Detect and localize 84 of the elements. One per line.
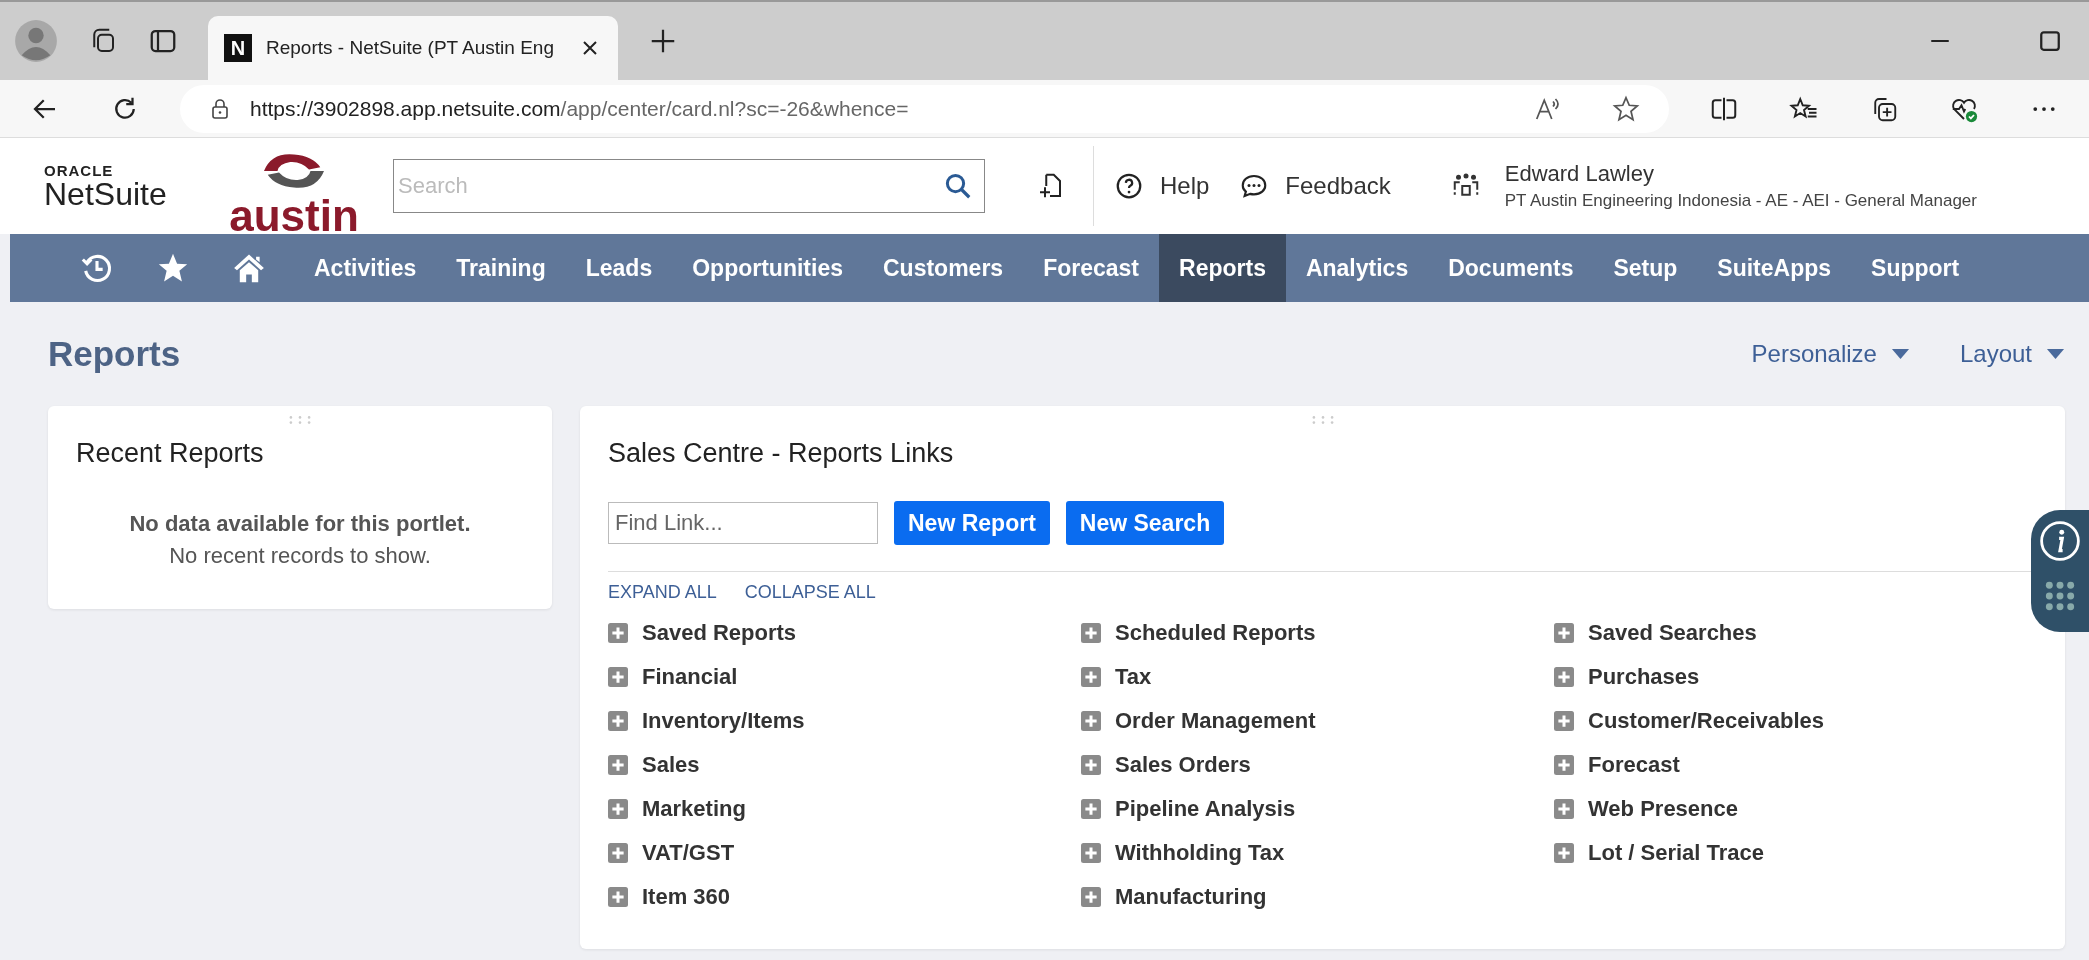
profile-icon[interactable] <box>14 19 58 63</box>
new-button[interactable]: New Report <box>894 501 1050 545</box>
empty-message: No recent records to show. <box>169 543 431 569</box>
menu-button[interactable]: Layout <box>1959 340 2065 368</box>
apps-grid-icon[interactable] <box>2044 580 2076 612</box>
address-bar[interactable]: https://3902898.app.netsuite.com/app/center/card.nl?sc=-26&whence= <box>180 84 1669 133</box>
find-link-field[interactable]: Find Link... <box>608 502 878 544</box>
collapse-all-link[interactable]: COLLAPSE ALL <box>744 582 876 603</box>
report-category[interactable]: Manufacturing <box>1115 884 1267 910</box>
favicon: N <box>224 34 252 62</box>
search-field[interactable]: Search <box>393 159 985 213</box>
report-category[interactable]: Item 360 <box>642 884 731 910</box>
report-category[interactable]: Purchases <box>1588 664 1700 690</box>
expand-icon[interactable] <box>1554 755 1574 775</box>
expand-icon[interactable] <box>1081 623 1101 643</box>
tab-title: Reports - NetSuite (PT Austin Eng <box>266 37 555 59</box>
report-category[interactable]: Saved Searches <box>1588 620 1757 646</box>
report-category[interactable]: Withholding Tax <box>1115 840 1285 866</box>
report-category[interactable]: Lot / Serial Trace <box>1588 840 1765 866</box>
expand-icon[interactable] <box>1081 711 1101 731</box>
expand-icon[interactable] <box>608 711 628 731</box>
expand-icon[interactable] <box>1081 799 1101 819</box>
report-category[interactable]: VAT/GST <box>642 840 735 866</box>
caret-icon <box>2046 349 2065 359</box>
nav-tab[interactable]: SuiteApps <box>1697 234 1852 302</box>
new-button[interactable]: New Search <box>1065 501 1225 545</box>
expand-icon[interactable] <box>1554 843 1574 863</box>
expand-icon[interactable] <box>608 667 628 687</box>
portlet-title: Recent Reports <box>76 438 264 469</box>
nav-tab[interactable]: Analytics <box>1285 234 1429 302</box>
report-category[interactable]: Sales Orders <box>1115 752 1251 778</box>
expand-icon[interactable] <box>1554 711 1574 731</box>
report-category[interactable]: Marketing <box>642 796 746 822</box>
expand-icon[interactable] <box>608 623 628 643</box>
nav-tab[interactable]: Reports <box>1159 234 1286 302</box>
expand-icon[interactable] <box>1081 887 1101 907</box>
expand-icon[interactable] <box>608 799 628 819</box>
help-link[interactable]: Help <box>1114 171 1210 201</box>
report-category[interactable]: Saved Reports <box>642 620 797 646</box>
expand-icon[interactable] <box>1554 799 1574 819</box>
help-icon <box>1114 171 1144 201</box>
expand-all-link[interactable]: EXPAND ALL <box>608 582 717 603</box>
nav-tab[interactable]: Opportunities <box>672 234 863 302</box>
page-title: Reports <box>48 334 181 374</box>
expand-icon[interactable] <box>1081 843 1101 863</box>
user-name[interactable]: Edward Lawley <box>1504 161 1977 187</box>
portlet-title: Sales Centre - Reports Links <box>608 438 955 469</box>
browser-tab[interactable]: N Reports - NetSuite (PT Austin Eng <box>208 16 618 80</box>
report-category[interactable]: Sales <box>642 752 700 778</box>
report-category[interactable]: Pipeline Analysis <box>1115 796 1296 822</box>
nav-tab[interactable]: Leads <box>565 234 673 302</box>
drag-handle-icon[interactable] <box>287 414 313 426</box>
report-category[interactable]: Order Management <box>1115 708 1316 734</box>
nav-tab[interactable]: Activities <box>294 234 437 302</box>
report-category[interactable]: Inventory/Items <box>642 708 805 734</box>
report-category[interactable]: Web Presence <box>1588 796 1738 822</box>
nav-tab[interactable]: Setup <box>1593 234 1698 302</box>
report-category[interactable]: Forecast <box>1588 752 1680 778</box>
nav-tab[interactable]: Forecast <box>1023 234 1159 302</box>
menu-button[interactable]: Personalize <box>1751 340 1910 368</box>
empty-message-title: No data available for this portlet. <box>129 511 471 537</box>
expand-icon[interactable] <box>1081 755 1101 775</box>
expand-icon[interactable] <box>1081 667 1101 687</box>
user-role[interactable]: PT Austin Engineering Indonesia - AE - AEI - General Manager <box>1504 191 1977 211</box>
expand-icon[interactable] <box>608 755 628 775</box>
expand-icon[interactable] <box>1554 623 1574 643</box>
nav-tab[interactable]: Training <box>436 234 566 302</box>
report-category[interactable]: Tax <box>1115 664 1152 690</box>
nav-tab[interactable]: Documents <box>1428 234 1594 302</box>
nav-tab[interactable]: Customers <box>863 234 1024 302</box>
caret-icon <box>1890 349 1910 359</box>
expand-icon[interactable] <box>608 843 628 863</box>
expand-icon[interactable] <box>608 887 628 907</box>
expand-icon[interactable] <box>1554 667 1574 687</box>
netsuite-logo[interactable]: ORACLE NetSuite <box>44 162 189 210</box>
url-text: https://3902898.app.netsuite.com/app/center/card.nl?sc=-26&whence= <box>250 96 909 121</box>
company-logo: austin <box>219 138 369 234</box>
report-category[interactable]: Financial <box>642 664 738 690</box>
report-category[interactable]: Scheduled Reports <box>1115 620 1316 646</box>
search-icon[interactable] <box>943 171 973 201</box>
feedback-link[interactable]: Feedback <box>1239 171 1391 201</box>
nav-tab[interactable]: Support <box>1851 234 1980 302</box>
info-icon[interactable] <box>2039 520 2081 562</box>
report-category[interactable]: Customer/Receivables <box>1588 708 1824 734</box>
